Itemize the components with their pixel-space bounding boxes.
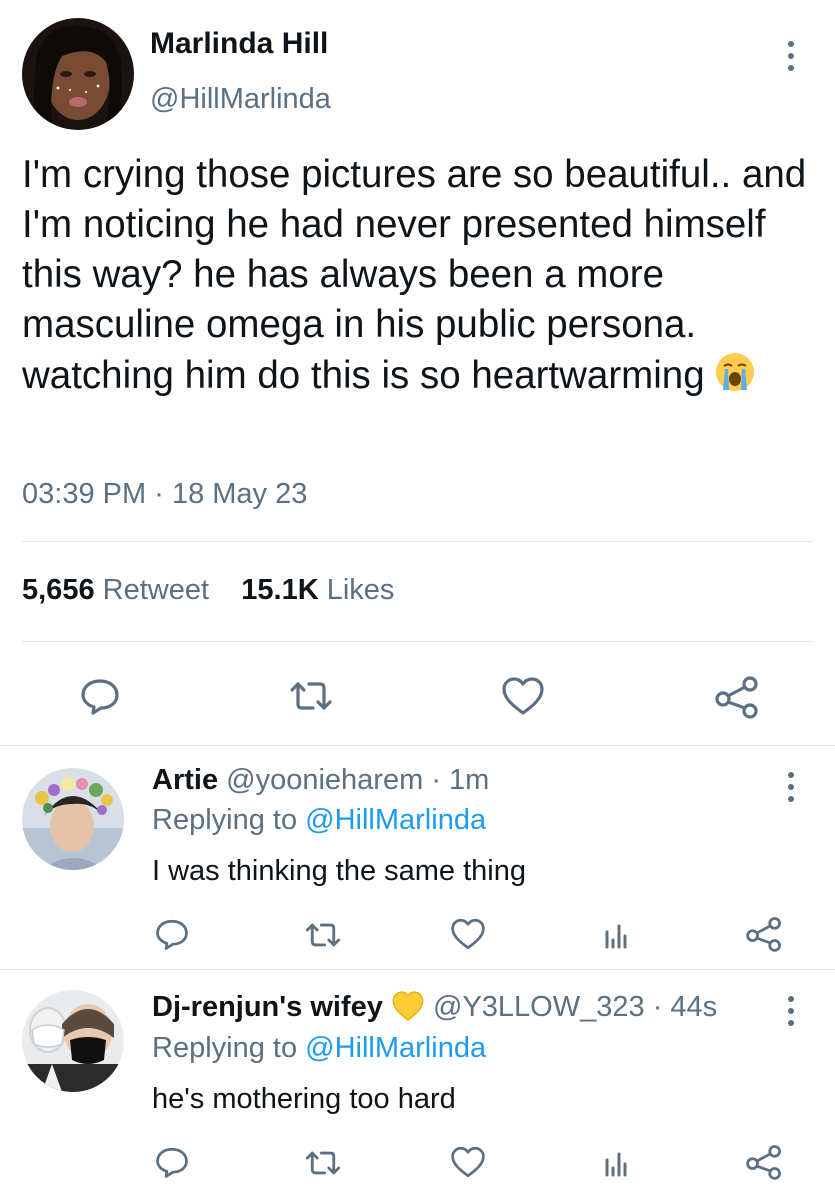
- tweet-timestamp[interactable]: 03:39 PM · 18 May 23: [22, 478, 307, 511]
- likes-label: Likes: [326, 574, 395, 606]
- reply-icon[interactable]: [152, 916, 192, 952]
- reply-text: he's mothering too hard: [152, 1083, 456, 1115]
- divider: [22, 541, 813, 542]
- retweets-count: 5,656: [22, 574, 95, 606]
- reply-header: Dj-renjun's wifey @Y3LLOW_323 · 44s: [152, 990, 717, 1030]
- engagement-stats: 5,656 Retweet 15.1K Likes: [22, 574, 394, 607]
- divider: [0, 969, 835, 970]
- retweets-stat[interactable]: 5,656 Retweet: [22, 574, 209, 606]
- reply-separator: ·: [431, 764, 441, 796]
- likes-count: 15.1K: [241, 574, 319, 606]
- retweet-icon[interactable]: [302, 918, 344, 952]
- replying-to: Replying to @HillMarlinda: [152, 804, 486, 837]
- reply-avatar[interactable]: [22, 768, 124, 870]
- share-icon[interactable]: [744, 914, 784, 954]
- reply-text: I was thinking the same thing: [152, 855, 526, 887]
- share-icon[interactable]: [713, 674, 761, 720]
- replying-to: Replying to @HillMarlinda: [152, 1032, 486, 1065]
- reply-author-name[interactable]: Artie: [152, 764, 218, 796]
- tweet-text-body: I'm crying those pictures are so beautif…: [22, 153, 807, 397]
- like-icon[interactable]: [448, 1144, 488, 1180]
- meta-separator: ·: [154, 478, 164, 510]
- like-icon[interactable]: [448, 916, 488, 952]
- more-options-icon[interactable]: [786, 41, 796, 71]
- reply-time[interactable]: 1m: [449, 764, 489, 796]
- analytics-icon[interactable]: [598, 918, 634, 952]
- tweet-text: I'm crying those pictures are so beautif…: [22, 150, 822, 407]
- replying-to-handle[interactable]: @HillMarlinda: [305, 1032, 486, 1064]
- reply-time[interactable]: 44s: [670, 991, 717, 1023]
- share-icon[interactable]: [744, 1142, 784, 1182]
- replying-to-handle[interactable]: @HillMarlinda: [305, 804, 486, 836]
- divider: [22, 641, 813, 642]
- author-name[interactable]: Marlinda Hill: [150, 27, 328, 61]
- loudly-crying-face-emoji: [713, 350, 757, 407]
- reply-author-handle[interactable]: @Y3LLOW_323: [433, 991, 645, 1023]
- reply-icon[interactable]: [152, 1144, 192, 1180]
- reply-header: Artie @yoonieharem · 1m: [152, 764, 489, 797]
- more-options-icon[interactable]: [786, 996, 796, 1026]
- divider: [0, 745, 835, 746]
- likes-stat[interactable]: 15.1K Likes: [241, 574, 394, 606]
- like-icon[interactable]: [499, 674, 547, 718]
- reply-separator: ·: [652, 991, 663, 1023]
- analytics-icon[interactable]: [598, 1146, 634, 1180]
- retweet-icon[interactable]: [302, 1146, 344, 1180]
- reply-avatar[interactable]: [22, 990, 124, 1092]
- replying-prefix: Replying to: [152, 1032, 298, 1064]
- reply-icon[interactable]: [76, 676, 124, 716]
- reply-author-handle[interactable]: @yoonieharem: [226, 764, 423, 796]
- yellow-heart-emoji: [391, 990, 425, 1030]
- reply-author-name[interactable]: Dj-renjun's wifey: [152, 991, 383, 1023]
- tweet-time: 03:39 PM: [22, 478, 147, 510]
- retweets-label: Retweet: [102, 574, 210, 606]
- author-handle[interactable]: @HillMarlinda: [150, 83, 331, 116]
- replying-prefix: Replying to: [152, 804, 298, 836]
- more-options-icon[interactable]: [786, 772, 796, 802]
- retweet-icon[interactable]: [286, 676, 336, 716]
- author-avatar[interactable]: [22, 18, 134, 130]
- tweet-date: 18 May 23: [171, 478, 308, 510]
